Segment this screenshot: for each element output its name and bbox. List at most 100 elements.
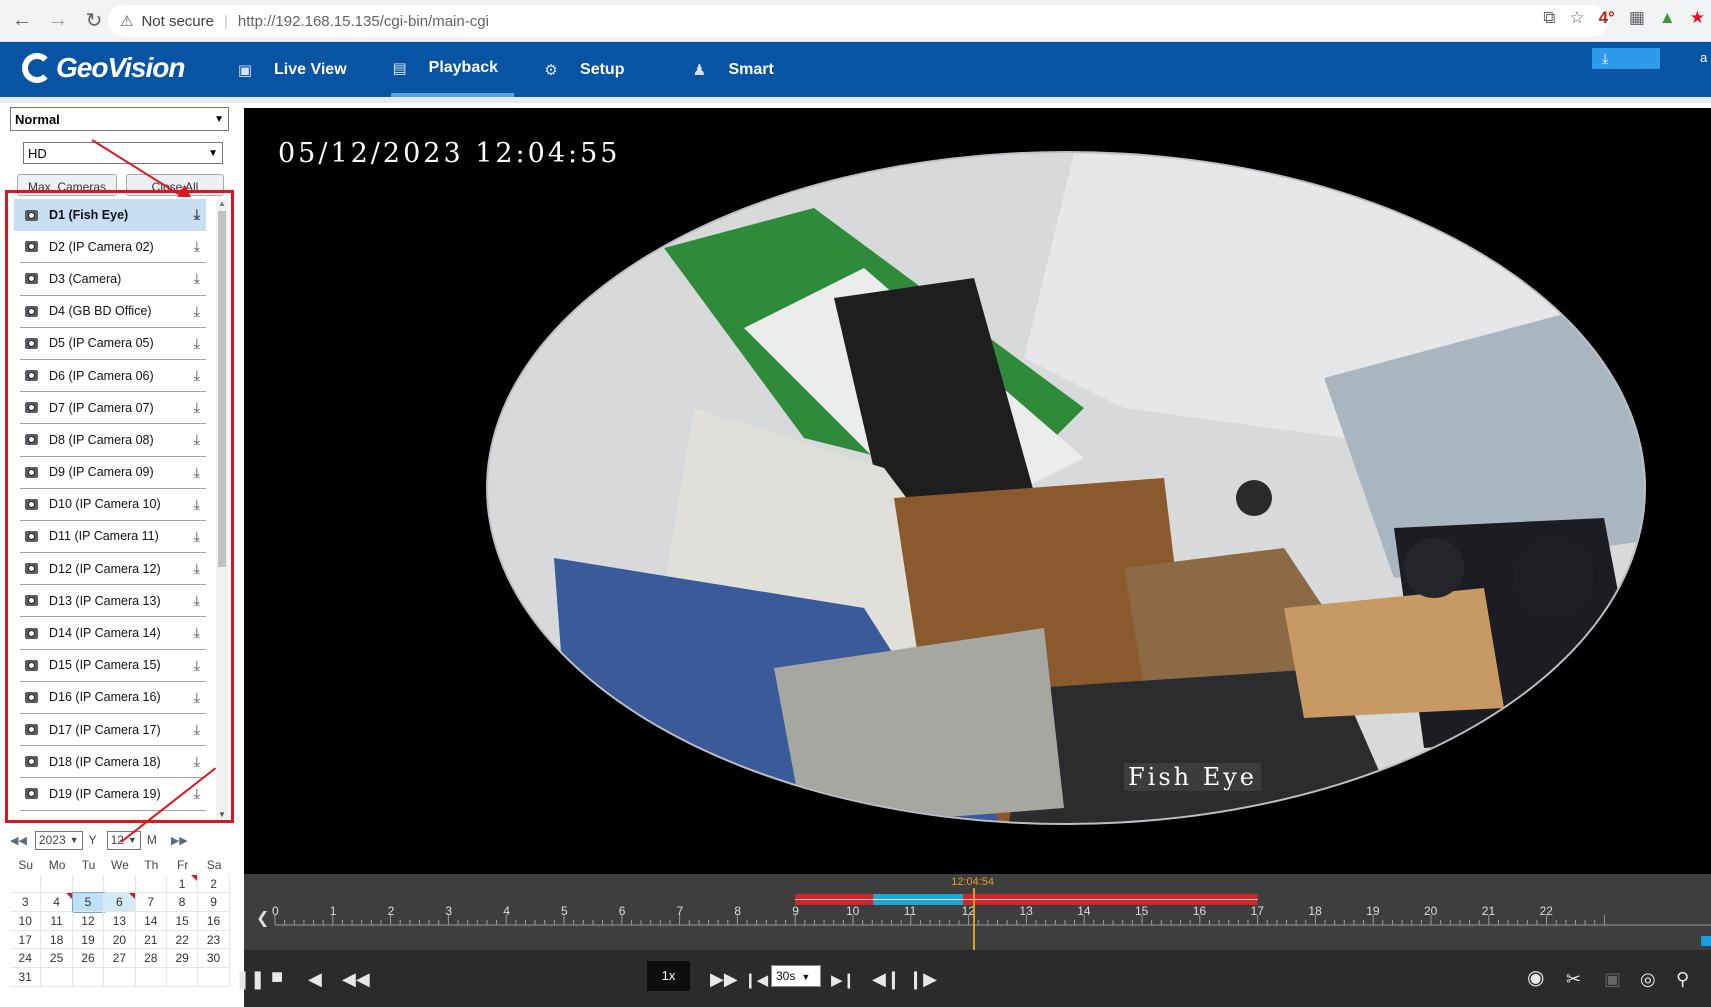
stop-icon[interactable]: ■ <box>271 966 283 989</box>
fisheye-view-icon[interactable]: ◎ <box>1640 969 1656 990</box>
gear-icon: ⚙ <box>544 61 558 79</box>
calendar-day[interactable]: 15 <box>166 912 199 931</box>
extension-icon[interactable]: ▦ <box>1629 8 1645 28</box>
prev-year-icon[interactable]: ◀◀ <box>10 834 27 847</box>
calendar-day[interactable]: 7 <box>135 893 167 913</box>
calendar-day[interactable]: 10 <box>10 912 42 931</box>
next-frame-icon[interactable]: ❙▶ <box>908 969 937 990</box>
account-text[interactable]: a <box>1700 50 1707 65</box>
calendar-empty-cell <box>72 968 105 987</box>
year-select[interactable]: 2023 ▼ <box>34 830 83 850</box>
timeline-hour-label: 2 <box>387 904 395 918</box>
step-interval-select[interactable]: 30s ▼ <box>771 965 821 987</box>
timeline-hour-label: 13 <box>1019 904 1033 918</box>
security-label: Not secure <box>141 12 214 30</box>
timeline-hour-label: 1 <box>329 904 337 918</box>
forward-icon[interactable]: → <box>44 7 72 35</box>
tab-live-view[interactable]: ▣ Live View <box>236 42 363 97</box>
download-manager-button[interactable]: ⤓ <box>1592 48 1660 69</box>
playback-grid-icon: ▤ <box>392 59 407 77</box>
calendar-empty-cell <box>10 874 42 894</box>
calendar-day[interactable]: 29 <box>166 949 199 969</box>
calendar-day[interactable]: 5 <box>71 892 106 914</box>
share-icon[interactable]: ⧉ <box>1543 8 1555 28</box>
mode-select[interactable]: Normal ▼ <box>10 107 229 131</box>
warning-icon: ⚠ <box>120 13 134 30</box>
calendar-empty-cell <box>198 968 230 987</box>
calendar-day[interactable]: 12 <box>72 912 105 931</box>
calendar-day[interactable]: 16 <box>198 912 230 931</box>
snapshot-camera-icon[interactable]: ◉ <box>1527 965 1544 990</box>
calendar-day[interactable]: 1 <box>166 874 199 894</box>
app-header: GeoVision ▣ Live View ▤ Playback ⚙ Setup ♟ S… <box>0 42 1711 97</box>
calendar-day[interactable]: 13 <box>104 912 136 931</box>
calendar-day[interactable]: 18 <box>41 930 73 950</box>
pause-icon[interactable]: ❚❚ <box>235 969 265 990</box>
calendar-day[interactable]: 24 <box>10 949 42 969</box>
timeline-hour-label: 17 <box>1250 904 1264 918</box>
extension-chart-icon[interactable]: ▲ <box>1659 8 1676 28</box>
calendar-day[interactable]: 11 <box>41 912 73 931</box>
tab-smart[interactable]: ♟ Smart <box>668 42 789 97</box>
reload-icon[interactable]: ↻ <box>80 7 108 35</box>
download-icon: ⤓ <box>1602 50 1609 66</box>
calendar-day[interactable]: 19 <box>72 930 105 950</box>
save-disk-icon[interactable]: ▣ <box>1604 969 1621 990</box>
clip-scissors-icon[interactable]: ✂ <box>1566 969 1581 990</box>
calendar-day[interactable]: 30 <box>198 949 230 969</box>
timeline-cursor[interactable] <box>973 888 976 950</box>
bookmark-star-icon[interactable]: ☆ <box>1569 8 1584 28</box>
calendar-day[interactable]: 2 <box>198 874 230 894</box>
calendar-day[interactable]: 8 <box>166 893 199 913</box>
month-label: M <box>146 833 157 847</box>
calendar-day[interactable]: 6 <box>104 893 136 913</box>
calendar-day[interactable]: 14 <box>135 912 167 931</box>
fisheye-video-frame <box>486 151 1646 825</box>
calendar-day[interactable]: 20 <box>104 930 136 950</box>
next-year-icon[interactable]: ▶▶ <box>171 834 188 847</box>
timeline-hour-label: 3 <box>445 904 453 918</box>
fast-forward-icon[interactable]: ▶▶ <box>710 969 738 990</box>
calendar-day[interactable]: 21 <box>135 930 167 950</box>
timeline-hour-label: 21 <box>1481 904 1496 918</box>
rewind-icon[interactable]: ◀◀ <box>342 969 370 990</box>
timeline[interactable]: ❮ 0 1 2 3 4 5 6 7 8 9 10 11 12 13 14 15 16 17 18 19 20 21 22 1… <box>244 874 1711 950</box>
timeline-hour-label: 16 <box>1192 904 1207 918</box>
calendar-day[interactable]: 31 <box>10 968 42 987</box>
calendar-grid: Su Mo Tu We Th Fr Sa 1 2 3 4 5 6 7 8 9 10 11 12 13 14 15 16 17 1… <box>10 856 230 987</box>
timeline-hour-label: 5 <box>561 904 568 918</box>
url-text[interactable]: http://192.168.15.135/cgi-bin/main-cgi <box>238 13 489 30</box>
address-bar[interactable]: ⚠ Not secure | http://192.168.15.135/cgi… <box>108 5 1608 37</box>
calendar-day[interactable]: 27 <box>104 949 136 969</box>
video-player[interactable]: 05/12/2023 12:04:55 Fish Eye <box>244 108 1711 874</box>
calendar-day[interactable]: 4 <box>41 893 73 913</box>
chevron-down-icon: ▼ <box>208 147 218 159</box>
timeline-cursor-label: 12:04:54 <box>951 876 995 888</box>
timeline-end-marker[interactable] <box>1701 936 1711 946</box>
timeline-hour-label: 0 <box>272 904 279 918</box>
calendar-day[interactable]: 26 <box>72 949 105 969</box>
year-label: Y <box>88 833 97 847</box>
calendar-empty-cell <box>104 874 136 894</box>
previous-segment-icon[interactable]: ❙◀ <box>744 971 768 989</box>
back-icon[interactable]: ← <box>8 7 36 35</box>
next-segment-icon[interactable]: ▶❙ <box>831 971 855 989</box>
calendar-day[interactable]: 3 <box>10 893 42 913</box>
extension-star-icon[interactable]: ★ <box>1690 8 1705 28</box>
calendar-day[interactable]: 28 <box>135 949 167 969</box>
weekday-header: Fr <box>176 858 189 873</box>
speed-indicator[interactable]: 1x <box>647 961 690 991</box>
calendar-day[interactable]: 17 <box>10 930 42 950</box>
tab-setup[interactable]: ⚙ Setup <box>542 42 640 97</box>
calendar-day[interactable]: 22 <box>166 930 199 950</box>
weekday-header: Th <box>144 858 159 873</box>
previous-frame-icon[interactable]: ◀❙ <box>872 969 901 990</box>
weather-extension-icon[interactable]: 4° <box>1599 8 1615 28</box>
monitor-icon: ▣ <box>237 61 253 79</box>
calendar-day[interactable]: 25 <box>41 949 73 969</box>
reverse-play-icon[interactable]: ◀ <box>308 969 322 990</box>
tab-playback[interactable]: ▤ Playback <box>390 42 515 97</box>
calendar-day[interactable]: 23 <box>198 930 230 950</box>
calendar-day[interactable]: 9 <box>198 893 230 913</box>
search-zoom-icon[interactable]: ⚲ <box>1676 969 1689 990</box>
